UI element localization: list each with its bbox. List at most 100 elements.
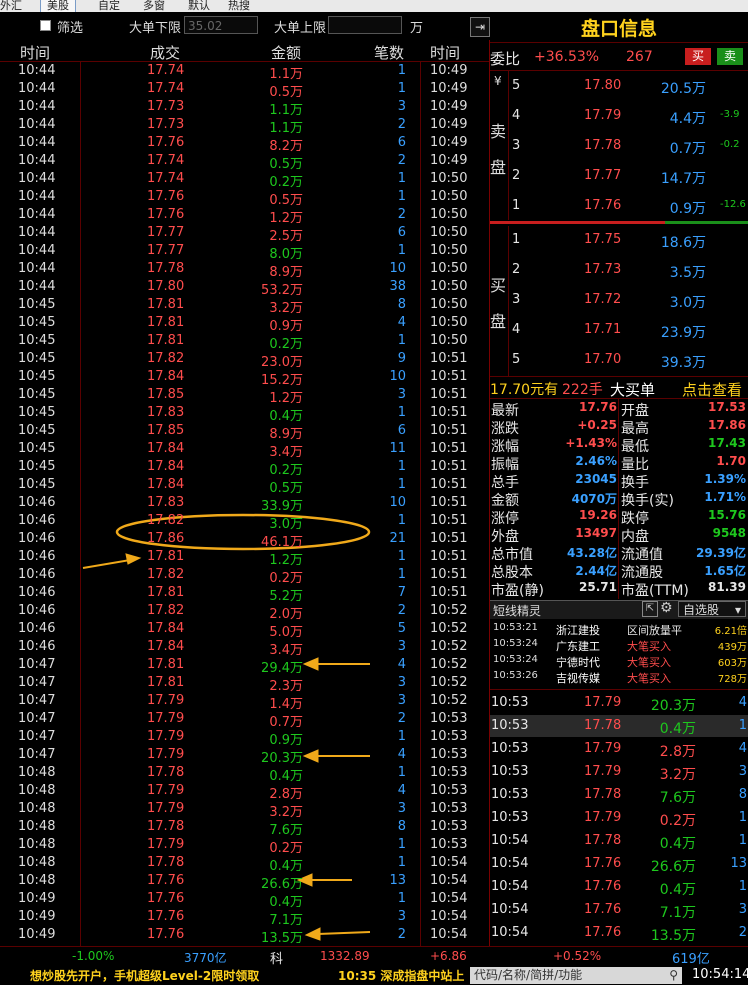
- table-row[interactable]: 10:45 17.81 3.2万 8 10:50: [0, 297, 490, 316]
- table-row[interactable]: 10:47 17.79 0.7万 2 10:53: [0, 711, 490, 730]
- table-row[interactable]: 10:48 17.79 3.2万 3 10:53: [0, 801, 490, 820]
- table-row[interactable]: 10:44 17.77 2.5万 6 10:50: [0, 225, 490, 244]
- trade-amount: 0.2万: [269, 337, 303, 352]
- table-row[interactable]: 10:46 17.82 3.0万 1 10:51: [0, 513, 490, 532]
- watchlist-select[interactable]: 自选股 ▾: [678, 601, 746, 617]
- trade-price: 17.82: [147, 351, 185, 366]
- trade-time2: 10:49: [430, 81, 468, 96]
- table-row[interactable]: 10:46 17.83 33.9万 10 10:51: [0, 495, 490, 514]
- tick-row[interactable]: 10:54 17.76 0.4万 1: [490, 876, 748, 898]
- trade-price: 17.82: [147, 603, 185, 618]
- table-row[interactable]: 10:46 17.84 5.0万 5 10:52: [0, 621, 490, 640]
- trade-time2: 10:50: [430, 261, 468, 276]
- tick-row[interactable]: 10:54 17.78 0.4万 1: [490, 830, 748, 852]
- stat-value: 19.26: [579, 508, 617, 522]
- table-row[interactable]: 10:44 17.76 8.2万 6 10:49: [0, 135, 490, 154]
- table-row[interactable]: 10:44 17.78 8.9万 10 10:50: [0, 261, 490, 280]
- trade-time: 10:47: [18, 747, 56, 762]
- tick-row[interactable]: 10:53 17.79 0.2万 1: [490, 807, 748, 829]
- trade-time: 10:45: [18, 459, 56, 474]
- bigbuy-link[interactable]: 点击查看: [682, 379, 742, 400]
- table-row[interactable]: 10:45 17.83 0.4万 1 10:51: [0, 405, 490, 424]
- tick-row[interactable]: 10:53 17.79 20.3万 4: [490, 692, 748, 714]
- bid-price: 17.75: [584, 232, 622, 247]
- trade-price: 17.79: [147, 747, 185, 762]
- table-row[interactable]: 10:49 17.76 7.1万 3 10:54: [0, 909, 490, 928]
- tick-row[interactable]: 10:53 17.79 2.8万 4: [490, 738, 748, 760]
- table-row[interactable]: 10:44 17.74 1.1万 1 10:49: [0, 63, 490, 82]
- table-row[interactable]: 10:47 17.79 20.3万 4 10:53: [0, 747, 490, 766]
- trade-time2: 10:51: [430, 459, 468, 474]
- table-row[interactable]: 10:48 17.78 0.4万 1 10:53: [0, 765, 490, 784]
- table-row[interactable]: 10:45 17.84 0.5万 1 10:51: [0, 477, 490, 496]
- table-row[interactable]: 10:44 17.74 0.5万 2 10:49: [0, 153, 490, 172]
- table-row[interactable]: 10:46 17.84 3.4万 3 10:52: [0, 639, 490, 658]
- gear-icon[interactable]: ⚙: [660, 600, 673, 616]
- table-row[interactable]: 10:46 17.81 5.2万 7 10:51: [0, 585, 490, 604]
- table-row[interactable]: 10:49 17.76 13.5万 2 10:54: [0, 927, 490, 946]
- bid-level: 1: [512, 232, 521, 247]
- table-row[interactable]: 10:44 17.74 0.2万 1 10:50: [0, 171, 490, 190]
- table-row[interactable]: 10:48 17.79 2.8万 4 10:53: [0, 783, 490, 802]
- tick-row[interactable]: 10:53 17.78 0.4万 1: [490, 715, 748, 737]
- sprite-row[interactable]: 10:53:26 吉视传媒 大笔买入 728万: [490, 670, 748, 686]
- trade-time: 10:44: [18, 99, 56, 114]
- index2-name[interactable]: 科: [270, 948, 283, 967]
- tick-volume: 3.2万: [659, 767, 696, 783]
- clock: 10:54:14: [692, 967, 748, 982]
- buy-button[interactable]: 买: [685, 48, 711, 65]
- table-row[interactable]: 10:46 17.82 0.2万 1 10:51: [0, 567, 490, 586]
- table-row[interactable]: 10:48 17.79 0.2万 1 10:53: [0, 837, 490, 856]
- tick-row[interactable]: 10:54 17.76 13.5万 2: [490, 922, 748, 944]
- table-row[interactable]: 10:45 17.85 1.2万 3 10:51: [0, 387, 490, 406]
- trade-time2: 10:50: [430, 225, 468, 240]
- table-row[interactable]: 10:46 17.86 46.1万 21 10:51: [0, 531, 490, 550]
- table-row[interactable]: 10:48 17.76 26.6万 13 10:54: [0, 873, 490, 892]
- table-row[interactable]: 10:45 17.81 0.2万 1 10:50: [0, 333, 490, 352]
- tick-row[interactable]: 10:54 17.76 26.6万 13: [490, 853, 748, 875]
- tick-row[interactable]: 10:53 17.79 3.2万 3: [490, 761, 748, 783]
- trade-price: 17.76: [147, 909, 185, 924]
- table-row[interactable]: 10:45 17.82 23.0万 9 10:51: [0, 351, 490, 370]
- trade-amount: 46.1万: [261, 535, 303, 550]
- table-row[interactable]: 10:44 17.80 53.2万 38 10:50: [0, 279, 490, 298]
- table-row[interactable]: 10:48 17.78 0.4万 1 10:54: [0, 855, 490, 874]
- table-row[interactable]: 10:49 17.76 0.4万 1 10:54: [0, 891, 490, 910]
- table-row[interactable]: 10:45 17.84 3.4万 11 10:51: [0, 441, 490, 460]
- table-row[interactable]: 10:44 17.76 0.5万 1 10:50: [0, 189, 490, 208]
- trade-amount: 3.2万: [269, 301, 303, 316]
- trade-count: 38: [389, 279, 406, 294]
- table-row[interactable]: 10:47 17.79 0.9万 1 10:53: [0, 729, 490, 748]
- sprite-tab[interactable]: 短线精灵: [493, 602, 541, 619]
- promo-ticker[interactable]: 想炒股先开户，手机超级Level-2限时领取: [30, 967, 259, 984]
- table-row[interactable]: 10:44 17.77 8.0万 1 10:50: [0, 243, 490, 262]
- table-row[interactable]: 10:45 17.84 15.2万 10 10:51: [0, 369, 490, 388]
- table-row[interactable]: 10:45 17.84 0.2万 1 10:51: [0, 459, 490, 478]
- table-row[interactable]: 10:47 17.81 29.4万 4 10:52: [0, 657, 490, 676]
- news-ticker[interactable]: 10:35 深成指盘中站上: [338, 967, 464, 984]
- table-row[interactable]: 10:45 17.81 0.9万 4 10:50: [0, 315, 490, 334]
- table-row[interactable]: 10:44 17.74 0.5万 1 10:49: [0, 81, 490, 100]
- table-row[interactable]: 10:47 17.81 2.3万 3 10:52: [0, 675, 490, 694]
- table-row[interactable]: 10:46 17.81 1.2万 1 10:51: [0, 549, 490, 568]
- trade-count: 3: [397, 675, 406, 690]
- sprite-row[interactable]: 10:53:24 广东建工 大笔买入 439万: [490, 638, 748, 654]
- sprite-row[interactable]: 10:53:24 宁德时代 大笔买入 603万: [490, 654, 748, 670]
- table-row[interactable]: 10:48 17.78 7.6万 8 10:53: [0, 819, 490, 838]
- trade-amount: 3.4万: [269, 643, 303, 658]
- trade-time: 10:49: [18, 927, 56, 942]
- tick-row[interactable]: 10:53 17.78 7.6万 8: [490, 784, 748, 806]
- trade-time2: 10:51: [430, 405, 468, 420]
- table-row[interactable]: 10:46 17.82 2.0万 2 10:52: [0, 603, 490, 622]
- sprite-row[interactable]: 10:53:21 浙江建投 区间放量平 6.21倍: [490, 622, 748, 638]
- tick-row[interactable]: 10:54 17.76 7.1万 3: [490, 899, 748, 921]
- table-row[interactable]: 10:44 17.73 1.1万 3 10:49: [0, 99, 490, 118]
- table-row[interactable]: 10:44 17.76 1.2万 2 10:50: [0, 207, 490, 226]
- search-input[interactable]: 代码/名称/简拼/功能 ⚲: [470, 967, 682, 984]
- expand-icon[interactable]: ⇱: [642, 601, 658, 617]
- sprite-event: 大笔买入: [627, 672, 671, 685]
- table-row[interactable]: 10:44 17.73 1.1万 2 10:49: [0, 117, 490, 136]
- table-row[interactable]: 10:45 17.85 8.9万 6 10:51: [0, 423, 490, 442]
- table-row[interactable]: 10:47 17.79 1.4万 3 10:52: [0, 693, 490, 712]
- sell-button[interactable]: 卖: [717, 48, 743, 65]
